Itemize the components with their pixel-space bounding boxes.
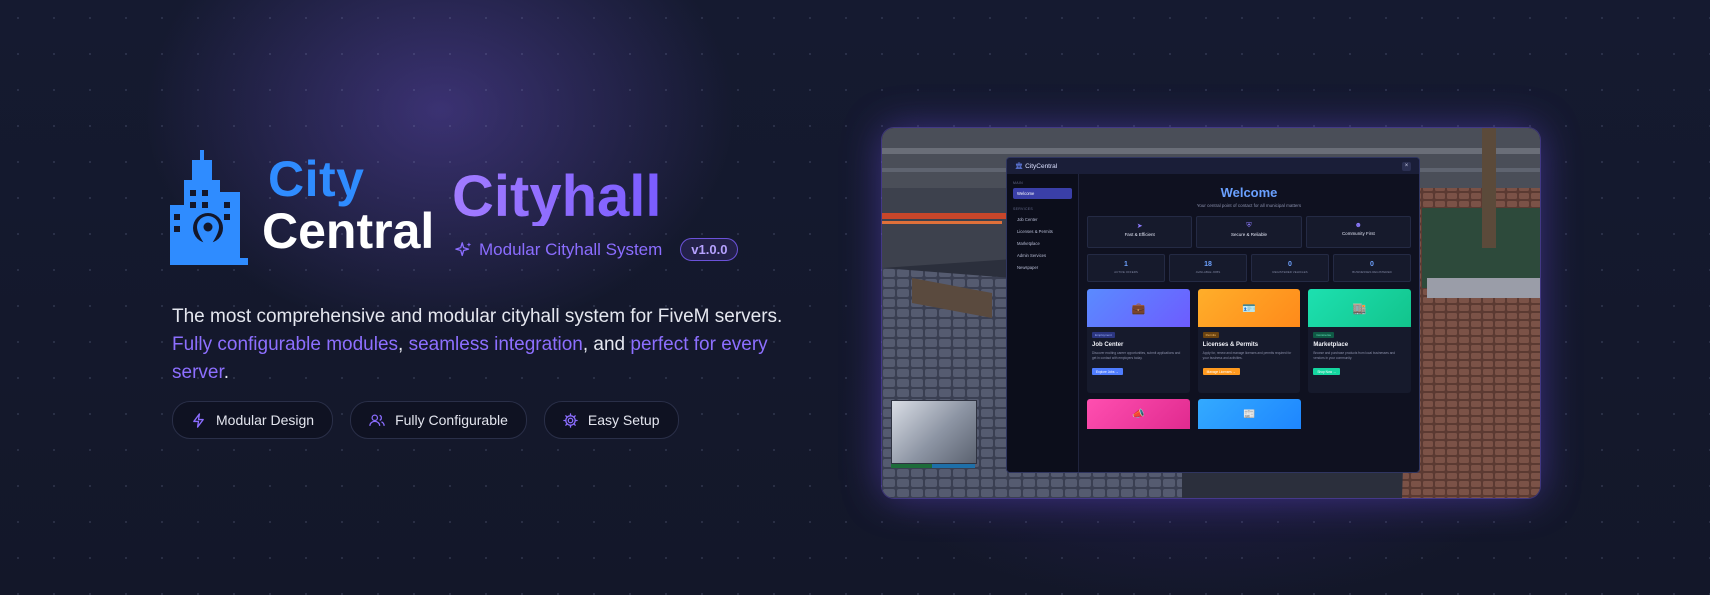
sidebar-item-newspaper[interactable]: Newspaper [1013, 262, 1072, 273]
highlight-modules: Fully configurable modules [172, 334, 399, 355]
product-title: Cityhall [452, 164, 662, 229]
description-text: The most comprehensive and modular cityh… [172, 306, 783, 327]
feature-card: ➤ Fast & Efficient [1087, 216, 1193, 248]
service-cards: 💼 Employment Job Center Discover excitin… [1087, 289, 1412, 393]
cityhall-icon: 🏛 [1015, 163, 1026, 170]
pill-label: Easy Setup [587, 412, 660, 428]
pill-label: Fully Configurable [395, 412, 508, 428]
welcome-subtitle: Your central point of contact for all mu… [1196, 203, 1302, 208]
feature-cards: ➤ Fast & Efficient ⛨ Secure & Reliable ☻ Co… [1087, 216, 1411, 248]
building-pin-icon [170, 150, 248, 265]
explore-jobs-button[interactable]: Explore Jobs → [1092, 368, 1123, 375]
armor-bar [932, 464, 975, 468]
service-desc: Browse and purchase products from local … [1313, 351, 1396, 360]
stat-label: BUSINESSES REGISTERED [1352, 270, 1392, 274]
separator: , [398, 334, 409, 355]
stat-value: 1 [1124, 261, 1128, 268]
sidebar-section-services: SERVICES [1013, 207, 1034, 211]
highlight-integration: seamless integration [408, 334, 583, 355]
subtitle: Modular Cityhall System [479, 239, 663, 259]
feature-card: ⛨ Secure & Reliable [1196, 216, 1302, 248]
separator: , and [582, 334, 631, 355]
stat-value: 18 [1204, 261, 1212, 268]
service-desc: Discover exciting career opportunities, … [1092, 351, 1181, 360]
sidebar-item-welcome[interactable]: Welcome [1013, 188, 1072, 199]
app-title-text: CityCentral [1025, 163, 1058, 170]
feature-card-title: Secure & Reliable [1230, 232, 1267, 237]
subtitle-row: Modular Cityhall System v1.0.0 [455, 238, 739, 261]
sidebar-item-licenses[interactable]: Licenses & Permits [1013, 226, 1072, 237]
feature-card-title: Fast & Efficient [1124, 232, 1155, 237]
logo-city-text: City [268, 151, 365, 207]
service-card-marketplace[interactable]: 🏬 Commerce Marketplace Browse and purcha… [1308, 289, 1412, 393]
stat-label: REGISTERED VEHICLES [1272, 270, 1308, 274]
shield-icon: ⛨ [1246, 222, 1252, 229]
pill-easy-setup: Easy Setup [543, 401, 679, 439]
shop-now-button[interactable]: Shop Now → [1313, 368, 1341, 375]
citycentral-app-window: 🏛 CityCentral × MAIN Welcome SERVICES Jo… [1006, 157, 1420, 473]
manage-licenses-button[interactable]: Manage Licenses → [1202, 368, 1240, 375]
minimap [891, 400, 977, 464]
citycentral-logo: City Central [170, 150, 445, 265]
sidebar-item-job-center[interactable]: Job Center [1013, 214, 1072, 225]
version-badge: v1.0.0 [680, 238, 739, 261]
stat-card: 0 REGISTERED VEHICLES [1251, 254, 1329, 282]
stat-label: ACTIVE OFFERS [1114, 270, 1138, 274]
preview-screenshot: 🏛 CityCentral × MAIN Welcome SERVICES Jo… [882, 128, 1540, 498]
service-cards-row2: 📣 📰 [1087, 399, 1301, 429]
rocket-icon: ➤ [1136, 223, 1143, 230]
logo-central-text: Central [262, 203, 435, 259]
users-icon: ☻ [1354, 222, 1362, 229]
sidebar-item-marketplace[interactable]: Marketplace [1013, 238, 1072, 249]
period: . [223, 362, 230, 383]
stat-card: 18 AVAILABLE JOBS [1169, 254, 1247, 282]
pill-label: Modular Design [216, 412, 315, 428]
gear-icon [563, 412, 578, 428]
sparkles-icon [455, 241, 472, 256]
app-main: Welcome Your central point of contact fo… [1079, 174, 1419, 472]
app-title: 🏛 CityCentral [1015, 162, 1057, 170]
sidebar-item-admin-services[interactable]: Admin Services [1013, 250, 1072, 261]
feature-card: ☻ Community First [1305, 216, 1411, 248]
stat-cards: 1 ACTIVE OFFERS 18 AVAILABLE JOBS 0 REGISTE… [1087, 254, 1411, 282]
stat-card: 1 ACTIVE OFFERS [1087, 254, 1165, 282]
service-title: Job Center [1092, 342, 1124, 348]
service-title: Marketplace [1313, 342, 1349, 348]
users-icon [369, 414, 385, 426]
welcome-title: Welcome [1220, 185, 1278, 200]
lightning-icon [193, 412, 204, 428]
briefcase-icon: 💼 [1087, 289, 1190, 327]
newspaper-icon[interactable]: 📰 [1197, 399, 1301, 429]
megaphone-icon[interactable]: 📣 [1087, 399, 1190, 429]
feature-pills: Modular Design Fully Configurable Easy S… [172, 401, 679, 439]
service-tag: Employment [1092, 332, 1115, 338]
stat-card: 0 BUSINESSES REGISTERED [1333, 254, 1411, 282]
service-card-job-center[interactable]: 💼 Employment Job Center Discover excitin… [1087, 289, 1190, 393]
app-titlebar: 🏛 CityCentral × [1007, 158, 1419, 174]
store-icon: 🏬 [1308, 289, 1412, 327]
pill-fully-configurable: Fully Configurable [350, 401, 527, 439]
pill-modular-design: Modular Design [172, 401, 334, 439]
service-desc: Apply for, renew and manage licenses and… [1202, 351, 1292, 360]
service-tag: Permits [1202, 332, 1219, 338]
description: The most comprehensive and modular cityh… [172, 303, 822, 387]
service-card-licenses[interactable]: 🪪 Permits Licenses & Permits Apply for, … [1197, 289, 1301, 393]
close-button[interactable]: × [1402, 161, 1411, 171]
service-tag: Commerce [1313, 332, 1335, 338]
service-title: Licenses & Permits [1202, 342, 1259, 348]
sidebar-section-main: MAIN [1013, 181, 1023, 185]
id-card-icon: 🪪 [1197, 289, 1301, 327]
stat-value: 0 [1370, 261, 1374, 268]
app-sidebar: MAIN Welcome SERVICES Job Center License… [1007, 174, 1079, 472]
stat-value: 0 [1288, 261, 1292, 268]
feature-card-title: Community First [1341, 231, 1375, 236]
stat-label: AVAILABLE JOBS [1195, 270, 1221, 274]
